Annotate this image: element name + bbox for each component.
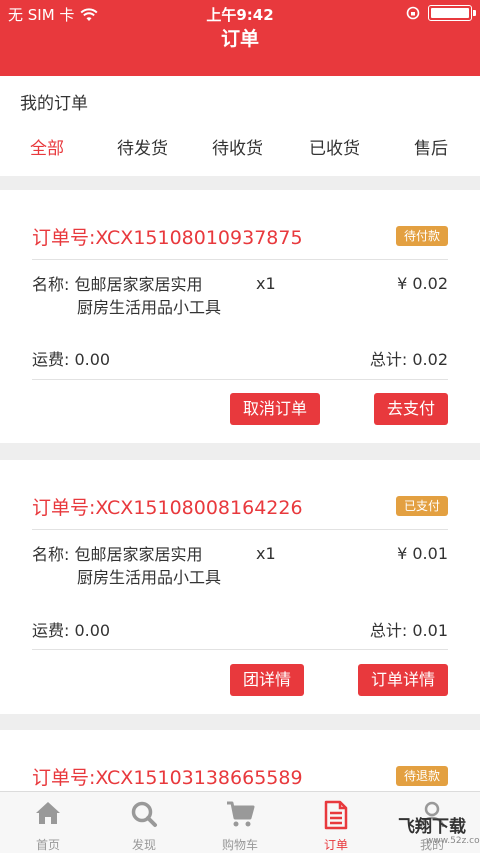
tabbar-label: 发现 — [131, 838, 156, 852]
divider — [32, 649, 448, 650]
order-number[interactable]: 订单号:XCX15108008164226 — [32, 493, 303, 520]
item-name-line: 名称: 包邮居家家居实用 — [32, 275, 203, 294]
divider — [32, 379, 448, 380]
page-title: 订单 — [220, 28, 259, 50]
order-card: 订单号:XCX15103138665589 待退款 — [0, 730, 480, 800]
watermark-url: www.52z.com — [426, 836, 480, 846]
tab-pending-receipt[interactable]: 待收货 — [212, 134, 263, 159]
orders-header: 我的订单 全部 待发货 待收货 已收货 售后 — [0, 76, 480, 176]
pay-button[interactable]: 去支付 — [373, 393, 448, 425]
tabbar-label: 订单 — [323, 838, 348, 852]
order-number[interactable]: 订单号:XCX15108010937875 — [32, 223, 303, 250]
divider — [32, 259, 448, 260]
watermark-logo: 飞翔下载 www.52z.com — [376, 808, 480, 848]
item-name-line: 名称: 包邮居家家居实用 — [32, 545, 203, 564]
tabbar-discover[interactable]: 发现 — [96, 792, 192, 853]
tabbar-orders[interactable]: 订单 — [288, 792, 384, 853]
freight-text: 运费: 0.00 — [32, 621, 111, 640]
status-badge: 待退款 — [395, 766, 448, 786]
status-badge: 待付款 — [395, 226, 448, 246]
tabbar-label: 首页 — [35, 838, 60, 852]
item-name-line: 厨房生活用品小工具 — [77, 298, 222, 317]
home-icon — [36, 802, 60, 824]
divider — [32, 529, 448, 530]
group-details-button[interactable]: 团详情 — [230, 664, 305, 696]
status-badge: 已支付 — [395, 496, 448, 516]
watermark-text: 飞翔下载 — [398, 817, 466, 837]
tab-after-sales[interactable]: 售后 — [414, 134, 448, 159]
item-quantity: x1 — [256, 274, 276, 293]
order-tabs: 全部 待发货 待收货 已收货 售后 — [0, 134, 480, 166]
order-details-button[interactable]: 订单详情 — [357, 664, 448, 696]
tabbar-home[interactable]: 首页 — [0, 792, 96, 853]
freight-text: 运费: 0.00 — [32, 350, 111, 369]
status-bar: 无 SIM 卡 上午9:42 — [0, 0, 480, 26]
item-name: 名称: 包邮居家家居实用 厨房生活用品小工具 — [32, 543, 221, 589]
header: 无 SIM 卡 上午9:42 订单 — [0, 0, 480, 76]
tab-pending-shipment[interactable]: 待发货 — [117, 134, 168, 159]
cart-icon — [227, 801, 255, 827]
cancel-order-button[interactable]: 取消订单 — [230, 393, 321, 425]
search-icon — [131, 801, 157, 827]
item-name-line: 厨房生活用品小工具 — [77, 568, 222, 587]
tabbar-cart[interactable]: 购物车 — [192, 792, 288, 853]
item-quantity: x1 — [256, 544, 276, 563]
battery-icon — [428, 5, 476, 21]
tabbar-label: 购物车 — [221, 838, 258, 852]
order-card: 订单号:XCX15108010937875 待付款 名称: 包邮居家家居实用 厨… — [0, 190, 480, 443]
order-card: 订单号:XCX15108008164226 已支付 名称: 包邮居家家居实用 厨… — [0, 460, 480, 714]
rotation-lock-icon — [406, 6, 420, 20]
section-title: 我的订单 — [20, 94, 88, 114]
tab-all[interactable]: 全部 — [30, 134, 64, 159]
item-name: 名称: 包邮居家家居实用 厨房生活用品小工具 — [32, 273, 221, 319]
total-text: 总计: 0.02 — [369, 350, 448, 369]
order-icon — [324, 800, 348, 830]
item-price: ¥ 0.01 — [397, 544, 448, 563]
order-number[interactable]: 订单号:XCX15103138665589 — [32, 763, 303, 790]
tab-received[interactable]: 已收货 — [309, 134, 360, 159]
total-text: 总计: 0.01 — [369, 621, 448, 640]
item-price: ¥ 0.02 — [397, 274, 448, 293]
